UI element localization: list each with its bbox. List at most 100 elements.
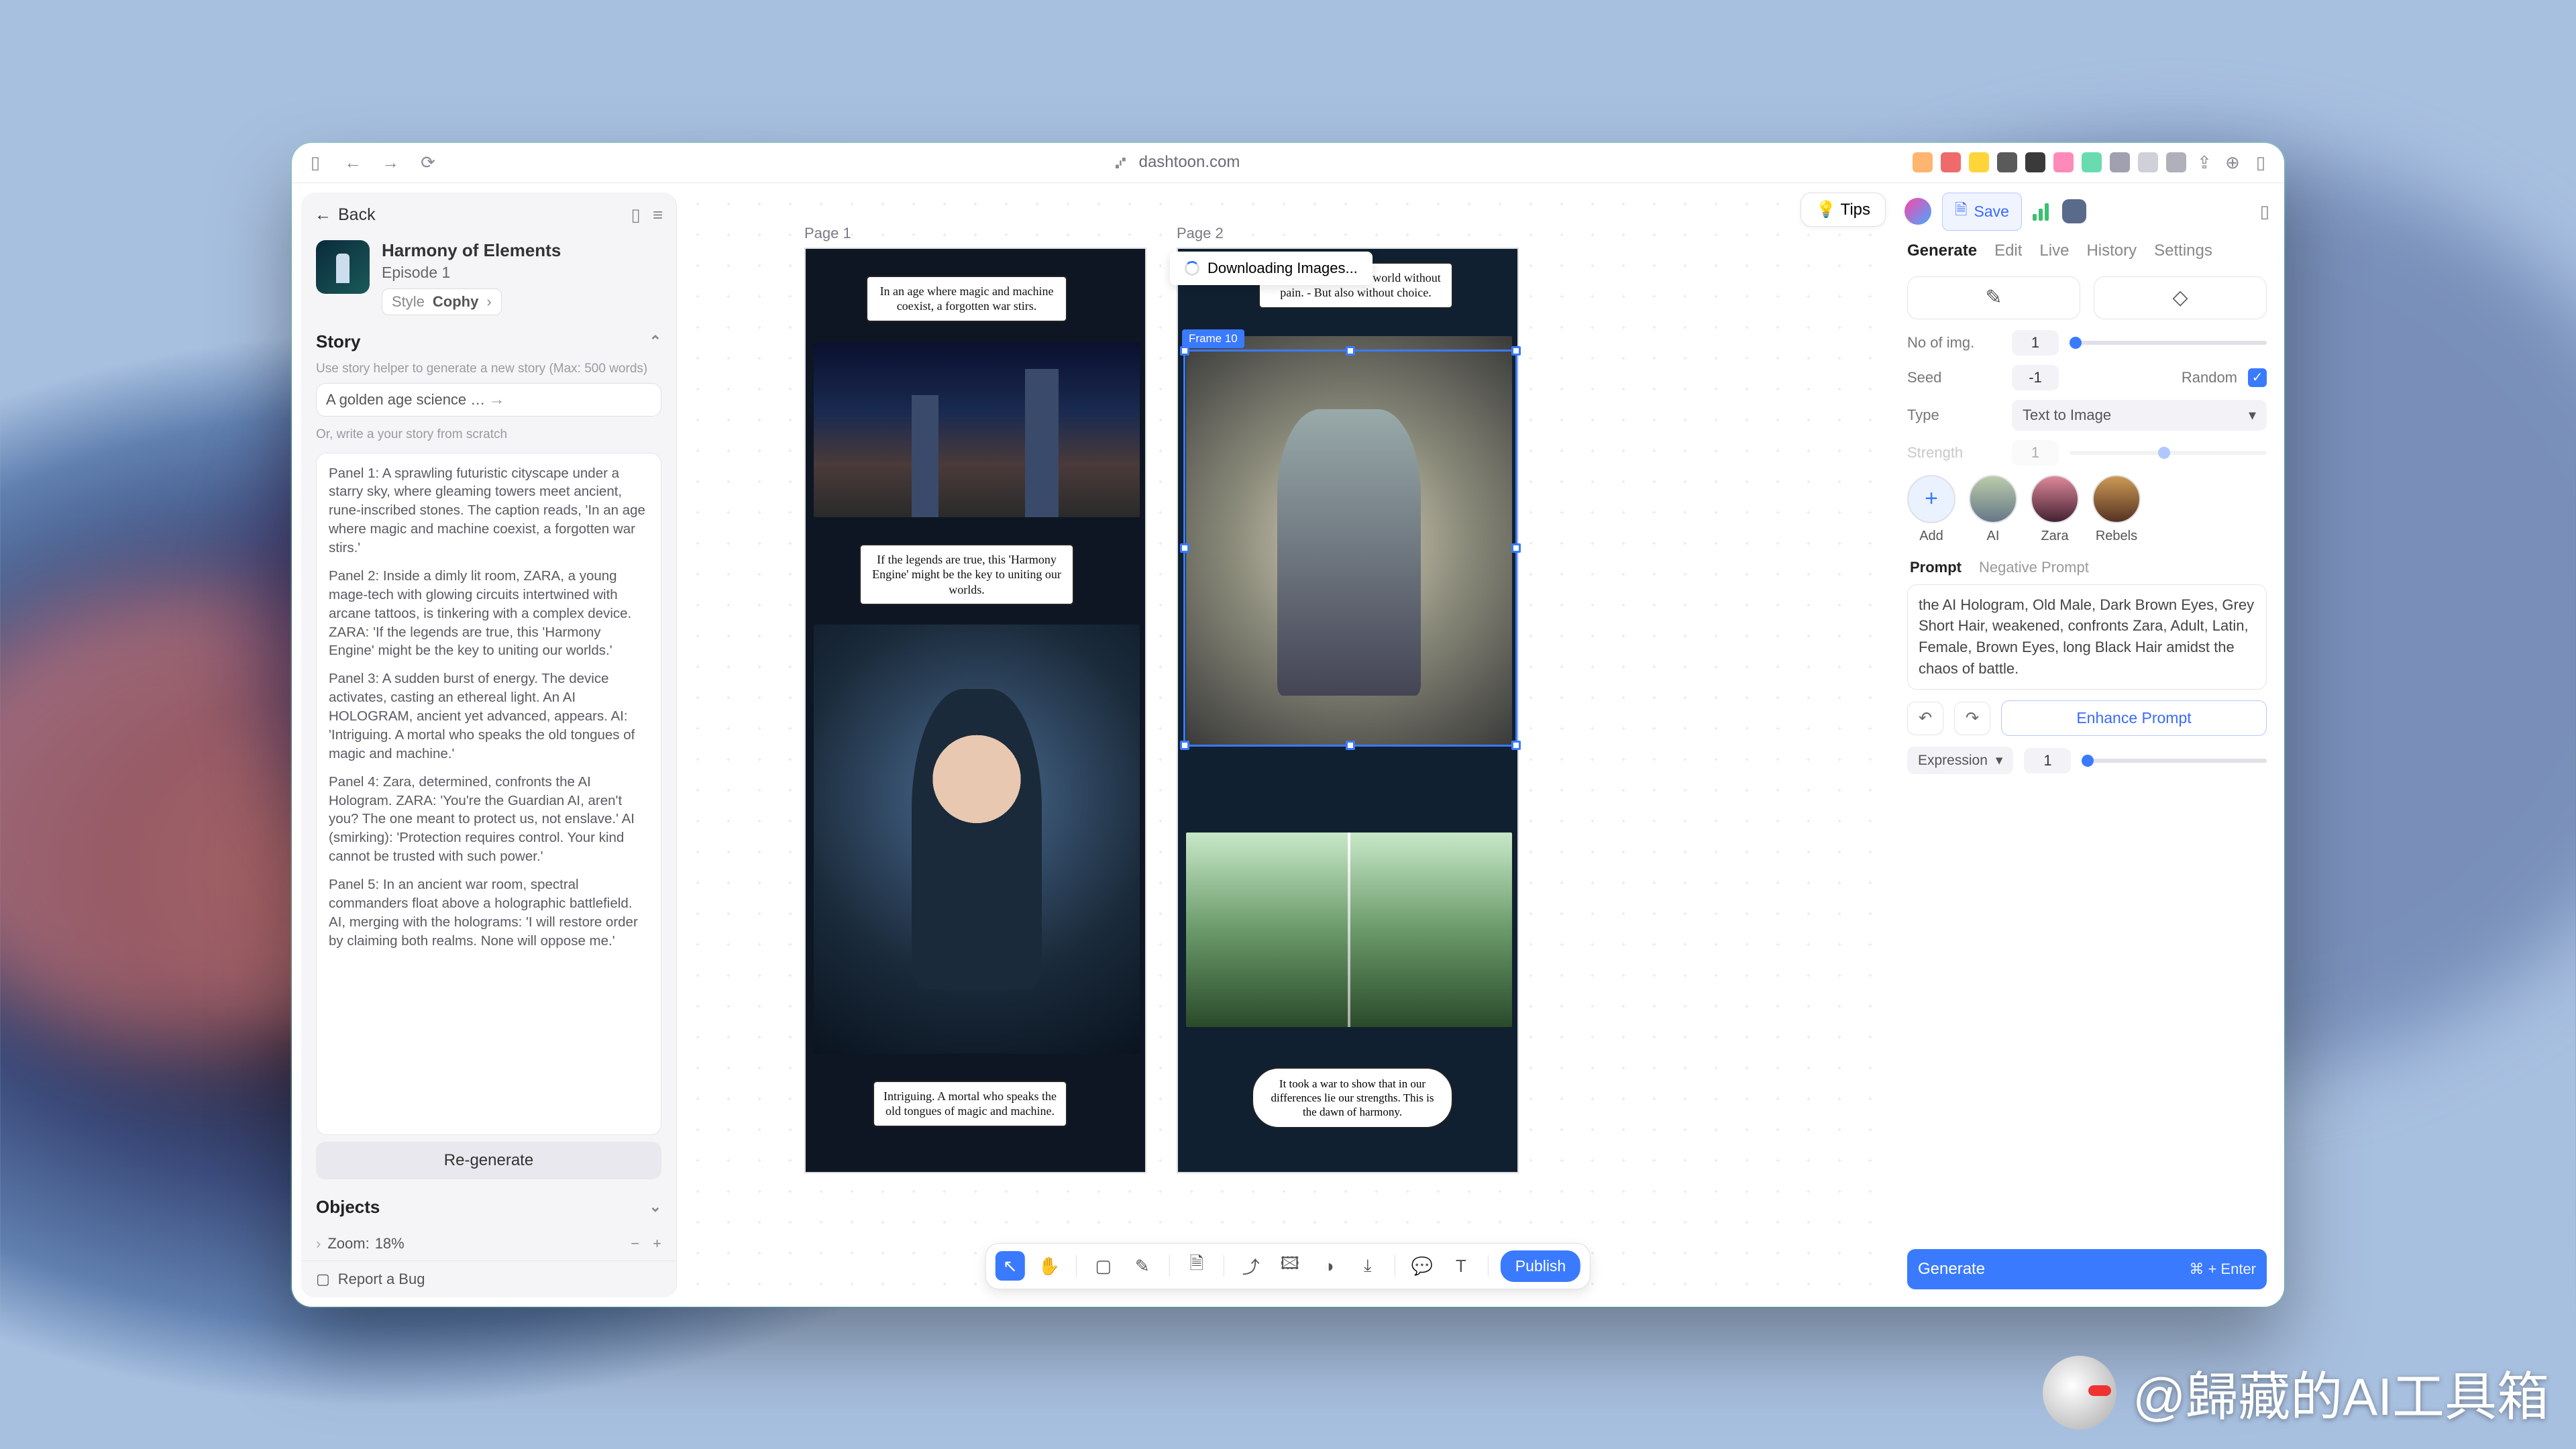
story-section-header[interactable]: Story ⌃ <box>301 322 676 362</box>
tips-button[interactable]: 💡 Tips <box>1801 193 1886 227</box>
story-panel-text: Panel 3: A sudden burst of energy. The d… <box>329 669 649 763</box>
image-tool[interactable]: 🖾 <box>1275 1251 1305 1281</box>
discord-icon[interactable] <box>2062 199 2086 223</box>
tab-generate[interactable]: Generate <box>1907 241 1977 260</box>
character-ai[interactable]: AI <box>1969 475 2017 544</box>
page-label: Page 2 <box>1177 225 1224 242</box>
panel-toggle-icon[interactable]: ▯ <box>2260 201 2269 222</box>
menu-icon[interactable]: ≡ <box>653 205 663 225</box>
cursor-tool[interactable]: ↖ <box>996 1251 1025 1281</box>
balloon-tool[interactable]: ◑ <box>1314 1251 1344 1281</box>
story-textarea[interactable]: Panel 1: A sprawling futuristic cityscap… <box>316 453 661 1135</box>
new-tab-icon[interactable]: ⊕ <box>2222 152 2243 172</box>
random-checkbox[interactable]: ✓ <box>2248 368 2267 387</box>
sidebar-toggle-icon[interactable]: ▯ <box>305 152 325 172</box>
share-icon[interactable]: ⇪ <box>2194 152 2214 172</box>
expression-value[interactable]: 1 <box>2024 748 2071 773</box>
bug-icon: ▢ <box>316 1271 330 1288</box>
tab-edit[interactable]: Edit <box>1994 241 2022 260</box>
submit-arrow-icon[interactable]: → <box>489 390 652 409</box>
page-tool[interactable]: 🗎 <box>1182 1251 1212 1281</box>
extension-icon[interactable] <box>2082 152 2102 172</box>
no-img-slider[interactable] <box>2070 341 2267 345</box>
panel-image[interactable] <box>1186 833 1512 1027</box>
story-prompt-preview: A golden age science fiction story with … <box>326 391 489 409</box>
enhance-prompt-button[interactable]: Enhance Prompt <box>2001 700 2267 736</box>
extension-icon[interactable] <box>2025 152 2045 172</box>
report-bug-button[interactable]: ▢ Report a Bug <box>301 1260 676 1297</box>
extension-icon[interactable] <box>2166 152 2186 172</box>
nav-forward-icon[interactable]: → <box>380 152 400 172</box>
chevron-right-icon: › <box>486 293 491 311</box>
extension-icon[interactable] <box>2053 152 2074 172</box>
panel-image[interactable] <box>814 625 1140 1054</box>
panel-icon[interactable]: ▯ <box>631 205 641 225</box>
extension-icon[interactable] <box>2110 152 2130 172</box>
extension-icon[interactable] <box>1941 152 1961 172</box>
expression-slider[interactable] <box>2082 759 2267 763</box>
no-img-value[interactable]: 1 <box>2012 330 2059 356</box>
draw-mode-button[interactable]: ✎ <box>1907 276 2080 319</box>
download-tool[interactable]: ⤓ <box>1353 1251 1383 1281</box>
redo-button[interactable]: ↷ <box>1954 702 1990 735</box>
character-rebels[interactable]: Rebels <box>2092 475 2141 544</box>
erase-mode-button[interactable]: ◇ <box>2094 276 2267 319</box>
edit-tool[interactable]: ✎ <box>1128 1251 1157 1281</box>
caption-balloon[interactable]: In an age where magic and machine coexis… <box>866 276 1067 322</box>
upload-tool[interactable]: ⤴ <box>1236 1251 1266 1281</box>
panel-image[interactable] <box>814 343 1140 517</box>
project-thumbnail[interactable] <box>316 240 370 294</box>
regenerate-button[interactable]: Re-generate <box>316 1142 661 1179</box>
hand-tool[interactable]: ✋ <box>1034 1251 1064 1281</box>
negative-prompt-tab[interactable]: Negative Prompt <box>1979 559 2089 576</box>
tab-live[interactable]: Live <box>2039 241 2069 260</box>
seed-label: Seed <box>1907 369 2001 386</box>
tab-history[interactable]: History <box>2086 241 2137 260</box>
prompt-textarea[interactable]: the AI Hologram, Old Male, Dark Brown Ey… <box>1907 584 2267 690</box>
add-character-button[interactable]: +Add <box>1907 475 1955 544</box>
comic-page-1[interactable]: In an age where magic and machine coexis… <box>804 248 1146 1173</box>
save-icon: 🗎 <box>1955 199 1968 225</box>
generate-button[interactable]: Generate ⌘ + Enter <box>1907 1249 2267 1289</box>
nav-back-icon[interactable]: ← <box>343 152 363 172</box>
style-select[interactable]: Style Cophy › <box>382 288 502 315</box>
undo-button[interactable]: ↶ <box>1907 702 1943 735</box>
tabs-icon[interactable]: ▯ <box>2251 152 2271 172</box>
chevron-right-icon[interactable]: › <box>316 1235 321 1252</box>
signal-icon[interactable] <box>2033 202 2051 221</box>
zoom-in-button[interactable]: + <box>653 1235 661 1252</box>
extension-icon[interactable] <box>2138 152 2158 172</box>
type-select[interactable]: Text to Image ▾ <box>2012 400 2267 431</box>
tab-settings[interactable]: Settings <box>2154 241 2212 260</box>
reload-icon[interactable]: ⟳ <box>418 152 438 172</box>
save-button[interactable]: 🗎 Save <box>1942 193 2022 231</box>
back-button[interactable]: ← Back <box>315 205 376 225</box>
generate-shortcut: ⌘ + Enter <box>2189 1260 2256 1278</box>
chat-tool[interactable]: 💬 <box>1407 1251 1437 1281</box>
type-value: Text to Image <box>2023 407 2111 424</box>
thought-balloon[interactable]: It took a war to show that in our differ… <box>1252 1067 1453 1129</box>
seed-value[interactable]: -1 <box>2012 365 2059 390</box>
extension-icon[interactable] <box>1913 152 1933 172</box>
user-avatar[interactable] <box>1904 198 1931 225</box>
chevron-up-icon: ⌃ <box>649 333 661 350</box>
selection-outline[interactable] <box>1183 350 1517 747</box>
frame-tag[interactable]: Frame 10 <box>1182 329 1244 348</box>
expression-select[interactable]: Expression ▾ <box>1907 747 2013 774</box>
extension-icon[interactable] <box>1969 152 1989 172</box>
objects-section-header[interactable]: Objects ⌄ <box>301 1191 676 1227</box>
url-label[interactable]: dashtoon.com <box>1139 153 1240 172</box>
extension-icon[interactable] <box>1997 152 2017 172</box>
publish-button[interactable]: Publish <box>1501 1250 1580 1282</box>
story-prompt-input[interactable]: A golden age science fiction story with … <box>316 383 661 417</box>
lock-icon: ⑇ <box>1111 152 1131 172</box>
prompt-tab[interactable]: Prompt <box>1910 559 1962 576</box>
speech-balloon[interactable]: If the legends are true, this 'Harmony E… <box>859 544 1074 606</box>
frame-tool[interactable]: ▢ <box>1089 1251 1118 1281</box>
zoom-out-button[interactable]: − <box>631 1235 639 1252</box>
canvas-area[interactable]: 💡 Tips Page 1 Page 2 In an age where mag… <box>677 183 1899 1307</box>
or-hint: Or, write a your story from scratch <box>301 423 676 449</box>
character-zara[interactable]: Zara <box>2031 475 2079 544</box>
text-tool[interactable]: T <box>1446 1251 1476 1281</box>
speech-balloon[interactable]: Intriguing. A mortal who speaks the old … <box>873 1081 1067 1127</box>
